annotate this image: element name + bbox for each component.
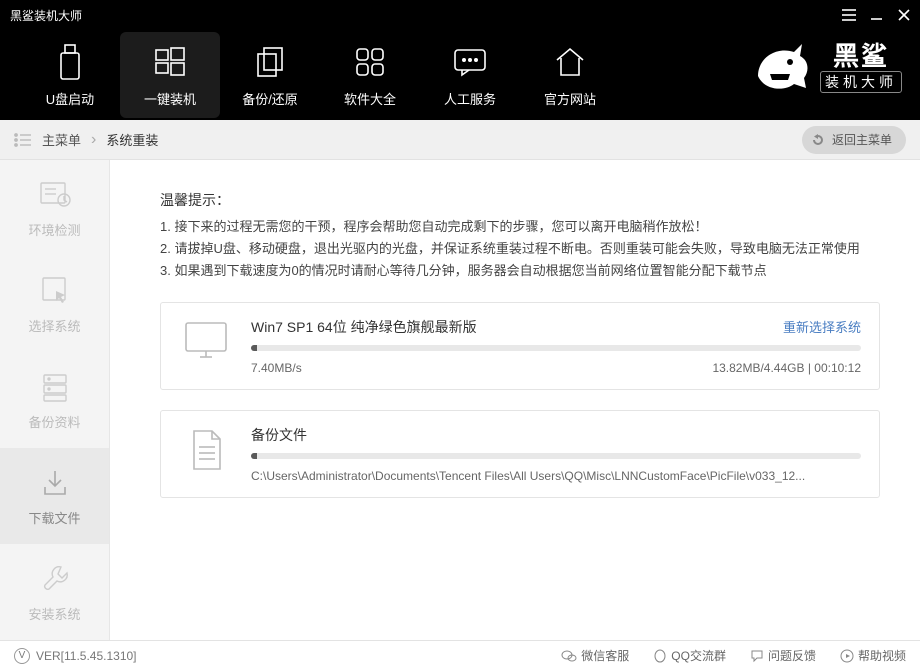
minimize-icon[interactable] xyxy=(870,9,884,21)
video-icon xyxy=(840,649,854,663)
feedback-icon xyxy=(750,649,764,663)
cursor-doc-icon xyxy=(38,274,72,308)
nav-support[interactable]: 人工服务 xyxy=(420,32,520,118)
menu-icon[interactable] xyxy=(842,9,856,21)
nav-label: 人工服务 xyxy=(444,89,496,108)
backup-title: 备份文件 xyxy=(251,425,307,445)
footer-label: 帮助视频 xyxy=(858,647,906,664)
copy-icon xyxy=(254,43,286,81)
reselect-system-link[interactable]: 重新选择系统 xyxy=(783,317,861,337)
brand-sub: 装机大师 xyxy=(820,71,902,93)
footer-label: QQ交流群 xyxy=(671,647,726,664)
footer-label: 微信客服 xyxy=(581,647,629,664)
footer: V VER[11.5.45.1310] 微信客服 QQ交流群 问题反馈 帮助视频 xyxy=(0,640,920,670)
window-controls xyxy=(842,9,910,21)
nav-label: 一键装机 xyxy=(144,89,196,108)
nav-software[interactable]: 软件大全 xyxy=(320,32,420,118)
back-arrow-icon xyxy=(810,132,826,148)
step-label: 环境检测 xyxy=(28,220,80,239)
file-icon xyxy=(179,425,233,483)
footer-feedback[interactable]: 问题反馈 xyxy=(750,647,816,664)
download-icon xyxy=(40,466,70,500)
tips-line-1: 1. 接下来的过程无需您的干预，程序会帮助您自动完成剩下的步骤，您可以离开电脑稍… xyxy=(160,216,880,238)
wechat-icon xyxy=(561,649,577,663)
brand-logo: 黑鲨 装机大师 xyxy=(750,38,902,98)
nav-label: 软件大全 xyxy=(344,89,396,108)
download-progress xyxy=(251,345,861,351)
settings-doc-icon xyxy=(38,178,72,212)
tips-line-3: 3. 如果遇到下载速度为0的情况时请耐心等待几分钟，服务器会自动根据您当前网络位… xyxy=(160,260,880,282)
step-label: 选择系统 xyxy=(28,316,80,335)
version-text: VER[11.5.45.1310] xyxy=(36,649,137,663)
backup-panel: 备份文件 C:\Users\Administrator\Documents\Te… xyxy=(160,410,880,498)
breadcrumb: 主菜单 › 系统重装 返回主菜单 xyxy=(0,120,920,160)
download-stats: 13.82MB/4.44GB | 00:10:12 xyxy=(712,361,861,375)
backup-progress xyxy=(251,453,861,459)
wrench-icon xyxy=(39,562,71,596)
back-to-main-button[interactable]: 返回主菜单 xyxy=(802,126,906,154)
usb-icon xyxy=(57,43,83,81)
windows-icon xyxy=(153,43,187,81)
backup-progress-fill xyxy=(251,453,257,459)
step-label: 安装系统 xyxy=(28,604,80,623)
footer-help-video[interactable]: 帮助视频 xyxy=(840,647,906,664)
top-nav: U盘启动 一键装机 备份/还原 软件大全 人工服务 官方网站 黑鲨 装机大师 xyxy=(0,30,920,120)
download-speed: 7.40MB/s xyxy=(251,361,302,375)
version-badge-icon: V xyxy=(14,648,30,664)
apps-icon xyxy=(354,43,386,81)
footer-label: 问题反馈 xyxy=(768,647,816,664)
breadcrumb-current: 系统重装 xyxy=(106,130,158,149)
list-icon xyxy=(14,133,32,147)
shark-icon xyxy=(750,38,814,98)
qq-icon xyxy=(653,649,667,663)
step-label: 备份资料 xyxy=(28,412,80,431)
tips-title: 温馨提示： xyxy=(160,190,880,210)
step-download-files[interactable]: 下载文件 xyxy=(0,448,109,544)
download-panel: Win7 SP1 64位 纯净绿色旗舰最新版 重新选择系统 7.40MB/s 1… xyxy=(160,302,880,390)
nav-backup-restore[interactable]: 备份/还原 xyxy=(220,32,320,118)
monitor-icon xyxy=(179,317,233,375)
nav-label: U盘启动 xyxy=(46,89,94,108)
nav-label: 备份/还原 xyxy=(242,89,298,108)
step-env-check[interactable]: 环境检测 xyxy=(0,160,109,256)
tips-line-2: 2. 请拔掉U盘、移动硬盘，退出光驱内的光盘，并保证系统重装过程不断电。否则重装… xyxy=(160,238,880,260)
download-progress-fill xyxy=(251,345,257,351)
back-label: 返回主菜单 xyxy=(832,131,892,148)
home-icon xyxy=(553,43,587,81)
chat-icon xyxy=(452,43,488,81)
main-area: 环境检测 选择系统 备份资料 下载文件 安装系统 温馨提示： 1. 接下来的过程… xyxy=(0,160,920,640)
step-install-system[interactable]: 安装系统 xyxy=(0,544,109,640)
titlebar: 黑鲨装机大师 xyxy=(0,0,920,30)
footer-wechat[interactable]: 微信客服 xyxy=(561,647,629,664)
brand-name: 黑鲨 xyxy=(833,43,889,69)
breadcrumb-main[interactable]: 主菜单 xyxy=(42,130,81,149)
server-icon xyxy=(40,370,70,404)
step-select-system[interactable]: 选择系统 xyxy=(0,256,109,352)
nav-one-click-install[interactable]: 一键装机 xyxy=(120,32,220,118)
download-title: Win7 SP1 64位 纯净绿色旗舰最新版 xyxy=(251,317,477,337)
backup-path: C:\Users\Administrator\Documents\Tencent… xyxy=(251,469,861,483)
step-label: 下载文件 xyxy=(28,508,80,527)
step-backup-data[interactable]: 备份资料 xyxy=(0,352,109,448)
close-icon[interactable] xyxy=(898,9,910,21)
nav-usb-boot[interactable]: U盘启动 xyxy=(20,32,120,118)
app-title: 黑鲨装机大师 xyxy=(10,7,842,24)
sidebar: 环境检测 选择系统 备份资料 下载文件 安装系统 xyxy=(0,160,110,640)
footer-qq[interactable]: QQ交流群 xyxy=(653,647,726,664)
content: 温馨提示： 1. 接下来的过程无需您的干预，程序会帮助您自动完成剩下的步骤，您可… xyxy=(110,160,920,640)
nav-label: 官方网站 xyxy=(544,89,596,108)
chevron-right-icon: › xyxy=(91,131,96,149)
nav-website[interactable]: 官方网站 xyxy=(520,32,620,118)
